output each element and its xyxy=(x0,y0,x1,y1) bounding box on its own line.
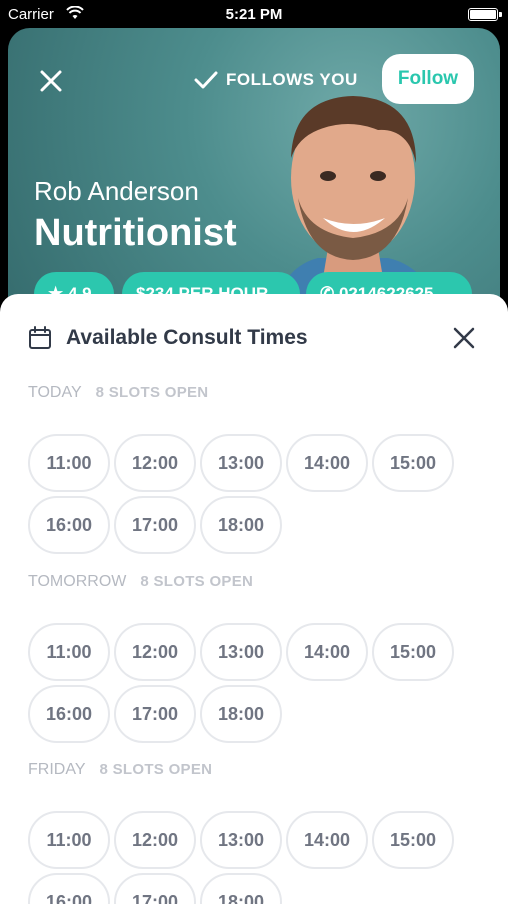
time-slot[interactable]: 13:00 xyxy=(200,623,282,681)
slots-open-label: 8 SLOTS OPEN xyxy=(95,384,209,401)
time-slot[interactable]: 14:00 xyxy=(286,811,368,869)
battery-icon xyxy=(468,8,502,21)
time-slot[interactable]: 15:00 xyxy=(372,434,454,492)
time-slot[interactable]: 16:00 xyxy=(28,496,110,554)
time-slot[interactable]: 18:00 xyxy=(200,496,282,554)
day-name: FRIDAY xyxy=(28,761,86,778)
day-name: TOMORROW xyxy=(28,573,127,590)
time-slot[interactable]: 11:00 xyxy=(28,811,110,869)
check-icon xyxy=(194,71,218,89)
time-slot[interactable]: 18:00 xyxy=(200,873,282,904)
time-slot[interactable]: 16:00 xyxy=(28,873,110,904)
time-slot[interactable]: 17:00 xyxy=(114,496,196,554)
consult-times-sheet: Available Consult Times TODAY 8 SLOTS OP… xyxy=(0,294,508,904)
profile-header: FOLLOWS YOU Follow Rob Anderson Nutritio… xyxy=(8,28,500,328)
day-label: FRIDAY 8 SLOTS OPEN xyxy=(28,761,488,781)
profile-title: Nutritionist xyxy=(34,212,237,254)
day-name: TODAY xyxy=(28,384,82,401)
sheet-close-icon[interactable] xyxy=(450,324,478,352)
slots-open-label: 8 SLOTS OPEN xyxy=(99,761,213,778)
day-section-tomorrow: TOMORROW 8 SLOTS OPEN 11:00 12:00 13:00 … xyxy=(28,573,488,743)
time-slot[interactable]: 15:00 xyxy=(372,811,454,869)
time-slot[interactable]: 16:00 xyxy=(28,685,110,743)
status-bar: Carrier 5:21 PM xyxy=(0,0,508,28)
slots-open-label: 8 SLOTS OPEN xyxy=(140,573,254,590)
sheet-title: Available Consult Times xyxy=(66,326,308,349)
time-slot[interactable]: 15:00 xyxy=(372,623,454,681)
time-slot[interactable]: 11:00 xyxy=(28,623,110,681)
day-label: TODAY 8 SLOTS OPEN xyxy=(28,384,488,404)
time-slot[interactable]: 13:00 xyxy=(200,434,282,492)
slot-grid: 11:00 12:00 13:00 14:00 15:00 16:00 17:0… xyxy=(28,434,468,554)
clock: 5:21 PM xyxy=(225,6,283,23)
day-section-friday: FRIDAY 8 SLOTS OPEN 11:00 12:00 13:00 14… xyxy=(28,761,488,904)
day-section-today: TODAY 8 SLOTS OPEN 11:00 12:00 13:00 14:… xyxy=(28,384,488,554)
profile-name: Rob Anderson xyxy=(34,176,199,206)
slot-grid: 11:00 12:00 13:00 14:00 15:00 16:00 17:0… xyxy=(28,811,468,904)
slot-grid: 11:00 12:00 13:00 14:00 15:00 16:00 17:0… xyxy=(28,623,468,743)
follow-button[interactable]: Follow xyxy=(382,54,474,104)
close-icon[interactable] xyxy=(36,66,66,96)
follows-you-indicator: FOLLOWS YOU xyxy=(194,68,358,92)
time-slot[interactable]: 13:00 xyxy=(200,811,282,869)
time-slot[interactable]: 12:00 xyxy=(114,811,196,869)
time-slot[interactable]: 14:00 xyxy=(286,623,368,681)
sheet-header: Available Consult Times xyxy=(28,324,308,352)
time-slot[interactable]: 12:00 xyxy=(114,623,196,681)
time-slot[interactable]: 11:00 xyxy=(28,434,110,492)
time-slot[interactable]: 14:00 xyxy=(286,434,368,492)
time-slot[interactable]: 18:00 xyxy=(200,685,282,743)
time-slot[interactable]: 12:00 xyxy=(114,434,196,492)
calendar-icon xyxy=(29,326,51,349)
time-slot[interactable]: 17:00 xyxy=(114,873,196,904)
time-slot[interactable]: 17:00 xyxy=(114,685,196,743)
day-label: TOMORROW 8 SLOTS OPEN xyxy=(28,573,488,593)
follows-you-label: FOLLOWS YOU xyxy=(226,70,358,89)
